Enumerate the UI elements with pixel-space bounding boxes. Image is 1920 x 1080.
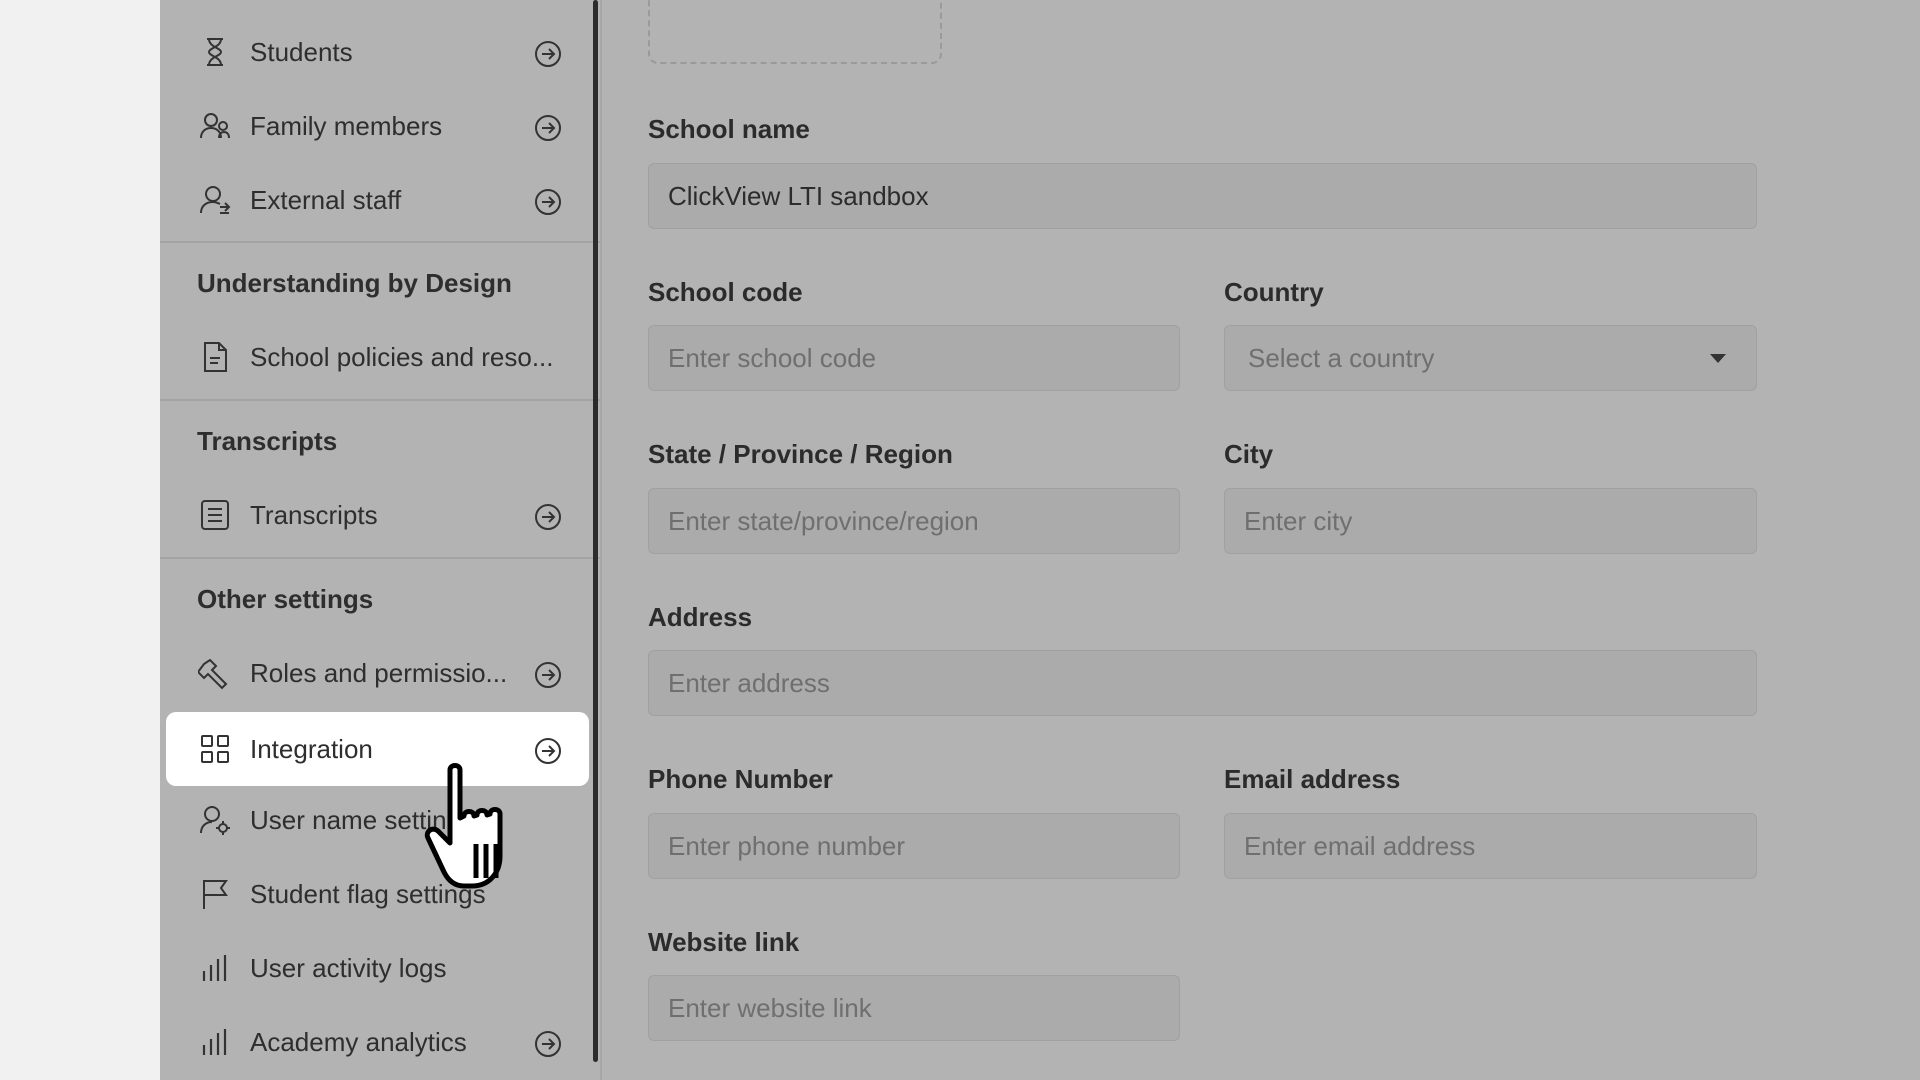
school-name-input[interactable]: ClickView LTI sandbox	[648, 163, 1757, 229]
arrow-right-circle-icon[interactable]	[533, 187, 563, 217]
address-label: Address	[648, 602, 753, 632]
email-input[interactable]: Enter email address	[1224, 813, 1757, 879]
school-code-input[interactable]: Enter school code	[648, 325, 1180, 391]
school-code-label: School code	[648, 277, 803, 307]
divider	[160, 557, 600, 559]
bar-chart-icon	[198, 1025, 232, 1059]
divider	[160, 399, 600, 401]
sidebar-item-roles-permissions[interactable]: Roles and permissio...	[166, 636, 589, 710]
sidebar-item-label: Academy analytics	[250, 1026, 467, 1057]
sidebar-item-label: School policies and reso...	[250, 341, 554, 372]
website-input[interactable]: Enter website link	[648, 975, 1180, 1041]
hand-pointer-icon	[424, 763, 503, 889]
sidebar-item-label: Roles and permissio...	[250, 657, 508, 688]
city-label: City	[1224, 439, 1274, 469]
flag-icon	[198, 877, 232, 911]
sidebar-item-label: Integration	[250, 733, 373, 764]
sidebar-item-family-members[interactable]: Family members	[166, 89, 589, 163]
arrow-right-circle-icon[interactable]	[533, 39, 563, 69]
city-input[interactable]: Enter city	[1224, 488, 1757, 554]
sidebar-item-user-activity-logs[interactable]: User activity logs	[166, 931, 589, 1005]
chevron-down-icon	[1710, 354, 1726, 363]
arrow-right-circle-icon[interactable]	[533, 113, 563, 143]
bar-chart-icon	[198, 951, 232, 985]
phone-label: Phone Number	[648, 764, 833, 794]
website-label: Website link	[648, 927, 800, 957]
sidebar-item-label: Transcripts	[250, 499, 378, 530]
sidebar-item-label: External staff	[250, 184, 402, 215]
arrow-right-circle-icon[interactable]	[533, 660, 563, 690]
sidebar-item-transcripts[interactable]: Transcripts	[166, 478, 589, 552]
section-title-transcripts: Transcripts	[197, 426, 338, 456]
sidebar-item-label: Students	[250, 36, 353, 67]
sidebar-item-academy-analytics[interactable]: Academy analytics	[166, 1005, 589, 1079]
sidebar-item-label: User activity logs	[250, 952, 447, 983]
phone-input[interactable]: Enter phone number	[648, 813, 1180, 879]
country-select-value: Select a country	[1248, 342, 1435, 373]
sidebar-item-external-staff[interactable]: External staff	[166, 163, 589, 237]
state-input[interactable]: Enter state/province/region	[648, 488, 1180, 554]
sidebar-divider	[600, 0, 602, 1080]
section-title-ubd: Understanding by Design	[197, 268, 512, 298]
arrow-right-circle-icon[interactable]	[533, 502, 563, 532]
user-swap-icon	[198, 183, 232, 217]
users-icon	[198, 109, 232, 143]
list-doc-icon	[198, 498, 232, 532]
email-label: Email address	[1224, 764, 1401, 794]
address-input[interactable]: Enter address	[648, 650, 1757, 716]
divider	[160, 241, 600, 243]
sidebar-scrollbar[interactable]	[593, 0, 598, 1062]
section-title-other-settings: Other settings	[197, 584, 374, 614]
arrow-right-circle-icon[interactable]	[533, 1029, 563, 1059]
grid-icon	[198, 732, 232, 766]
wrench-icon	[198, 656, 232, 690]
country-label: Country	[1224, 277, 1324, 307]
state-label: State / Province / Region	[648, 439, 953, 469]
sidebar-item-label: Family members	[250, 110, 443, 141]
document-icon	[198, 340, 232, 374]
hourglass-user-icon	[198, 35, 232, 69]
sidebar-item-school-policies[interactable]: School policies and reso...	[166, 320, 589, 394]
sidebar-item-students[interactable]: Students	[166, 15, 589, 89]
country-select[interactable]: Select a country	[1224, 325, 1757, 391]
school-name-label: School name	[648, 114, 810, 144]
logo-upload-dropzone[interactable]	[648, 0, 942, 64]
user-gear-icon	[198, 803, 232, 837]
